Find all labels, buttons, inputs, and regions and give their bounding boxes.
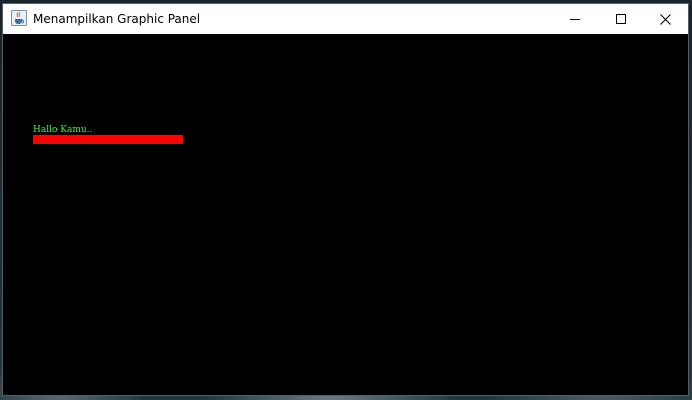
java-cup-icon[interactable] xyxy=(11,10,27,26)
red-bar xyxy=(33,135,183,144)
graphic-panel: Hallo Kamu.. xyxy=(3,34,688,395)
close-button[interactable] xyxy=(642,4,688,34)
window-title: Menampilkan Graphic Panel xyxy=(33,12,201,26)
maximize-icon xyxy=(616,14,626,24)
close-icon xyxy=(659,13,671,25)
minimize-button[interactable] xyxy=(552,4,598,34)
title-bar[interactable]: Menampilkan Graphic Panel xyxy=(3,4,688,34)
maximize-button[interactable] xyxy=(598,4,644,34)
minimize-icon xyxy=(570,14,580,24)
application-window: Menampilkan Graphic Panel Hallo Kamu.. xyxy=(2,3,689,396)
hello-text: Hallo Kamu.. xyxy=(33,125,93,135)
